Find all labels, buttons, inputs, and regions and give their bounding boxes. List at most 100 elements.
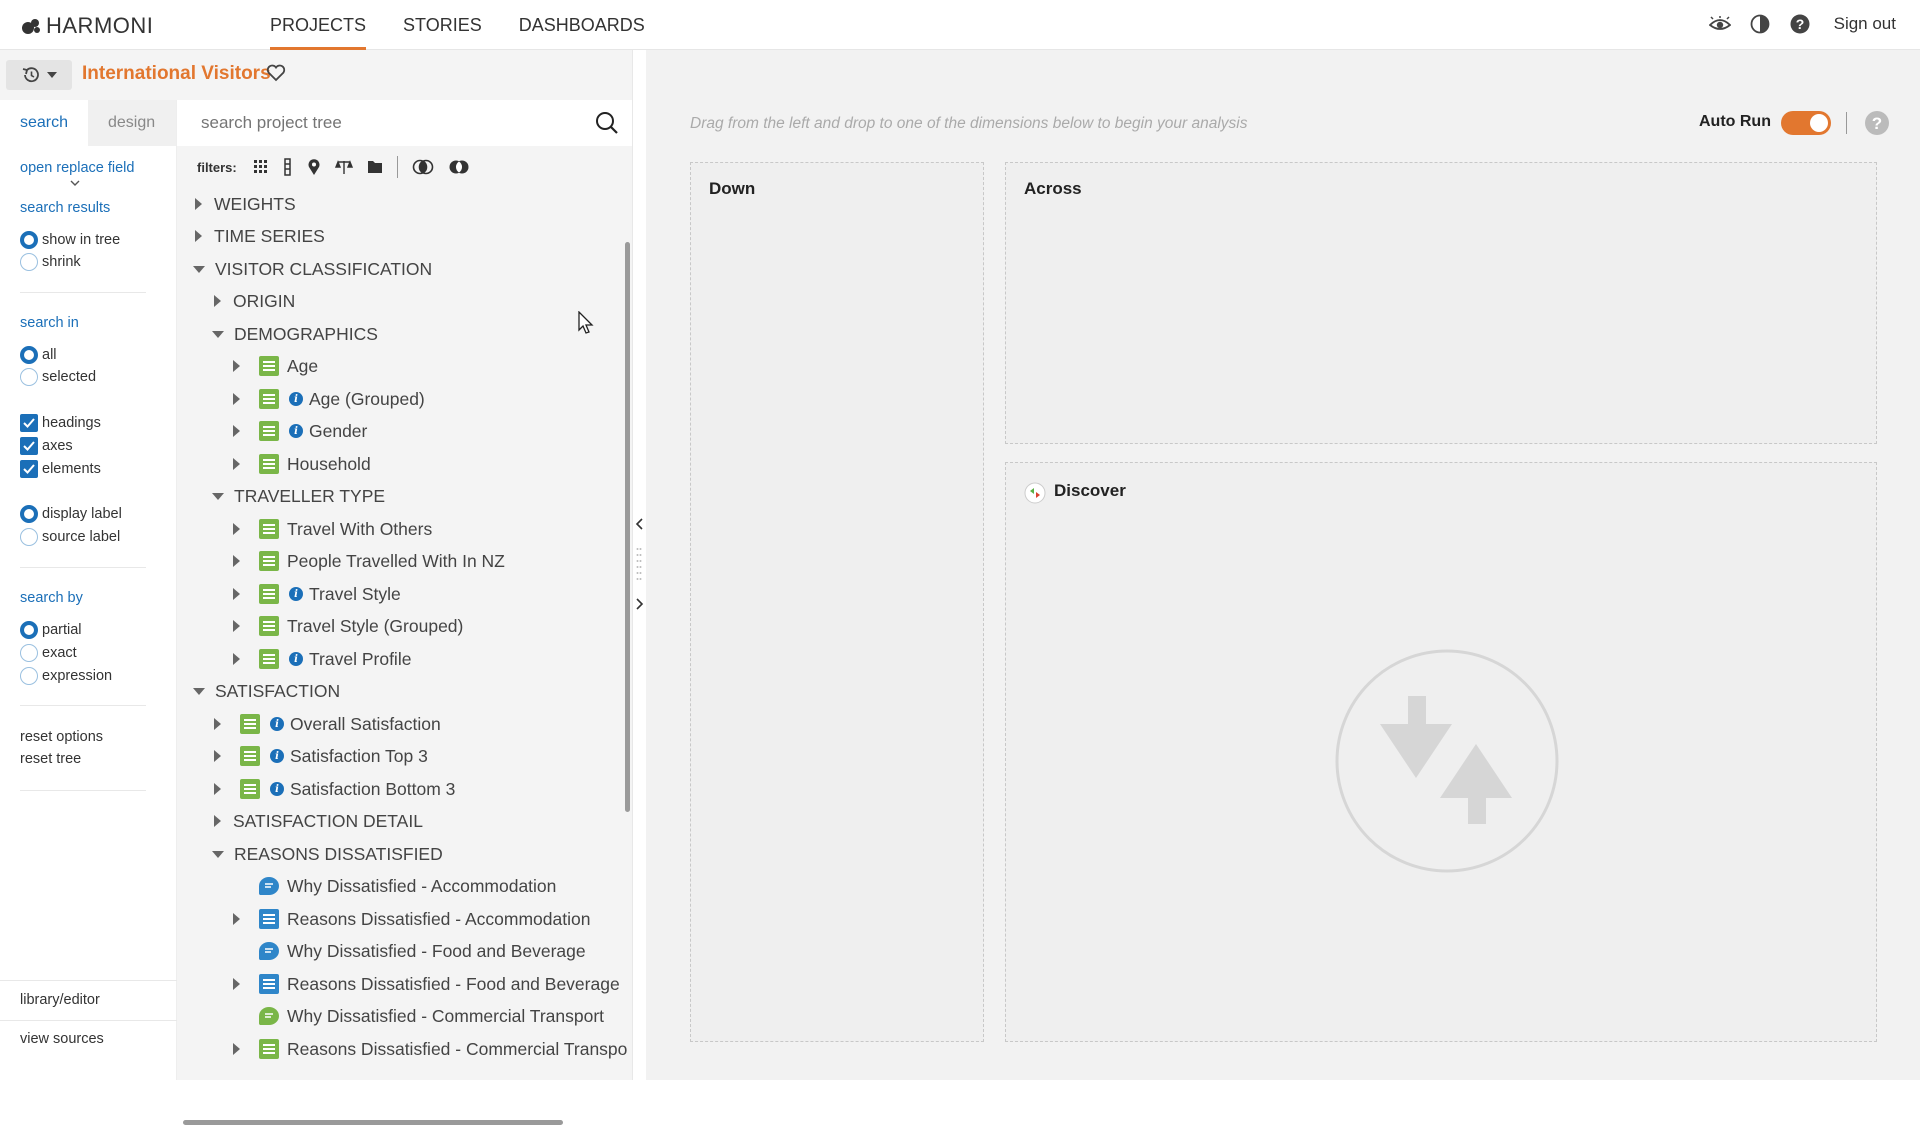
tree-node-satisfaction[interactable]: SATISFACTION <box>193 675 340 707</box>
radio-button[interactable] <box>20 253 38 271</box>
checkbox-axes[interactable]: axes <box>20 437 73 455</box>
eye-icon[interactable] <box>1708 12 1732 36</box>
tab-design[interactable]: design <box>88 100 176 146</box>
info-icon[interactable]: i <box>270 782 284 796</box>
tree-node-household[interactable]: Household <box>233 448 371 480</box>
panel-splitter[interactable] <box>632 50 646 1080</box>
expand-arrow-icon[interactable] <box>233 653 240 665</box>
heart-icon[interactable] <box>266 64 286 82</box>
checkbox-headings[interactable]: headings <box>20 414 101 432</box>
grid-filter-icon[interactable] <box>253 159 269 175</box>
checkbox[interactable] <box>20 460 38 478</box>
across-drop-zone[interactable]: Across <box>1005 162 1877 444</box>
expand-right-icon[interactable] <box>636 598 644 610</box>
tree-node-demographics[interactable]: DEMOGRAPHICS <box>212 318 378 350</box>
help-icon[interactable]: ? <box>1788 12 1812 36</box>
contrast-icon[interactable] <box>1748 12 1772 36</box>
nav-dashboards[interactable]: DASHBOARDS <box>519 0 645 50</box>
tree-node-satisfaction-top-3[interactable]: i Satisfaction Top 3 <box>214 740 428 772</box>
tree-node-satisfaction-detail[interactable]: SATISFACTION DETAIL <box>214 805 423 837</box>
folder-filter-icon[interactable] <box>367 160 383 174</box>
help-icon[interactable]: ? <box>1864 110 1890 136</box>
info-icon[interactable]: i <box>270 717 284 731</box>
tree-node-reasons-dissatisfied[interactable]: REASONS DISSATISFIED <box>212 838 443 870</box>
tree-node-traveller-type[interactable]: TRAVELLER TYPE <box>212 480 385 512</box>
tree-node-origin[interactable]: ORIGIN <box>214 285 295 317</box>
radio-show-in-tree[interactable]: show in tree <box>20 231 120 249</box>
info-icon[interactable]: i <box>289 587 303 601</box>
expand-arrow-icon[interactable] <box>233 523 240 535</box>
reset-tree-link[interactable]: reset tree <box>20 751 81 767</box>
tree-node-visitor-classification[interactable]: VISITOR CLASSIFICATION <box>193 253 432 285</box>
checkbox-elements[interactable]: elements <box>20 460 101 478</box>
discover-drop-zone[interactable]: Discover <box>1005 462 1877 1042</box>
radio-source-label[interactable]: source label <box>20 528 120 546</box>
radio-button[interactable] <box>20 644 38 662</box>
expand-arrow-icon[interactable] <box>214 718 221 730</box>
tree-node-age[interactable]: Age <box>233 350 318 382</box>
info-icon[interactable]: i <box>289 652 303 666</box>
venn-filter-icon[interactable] <box>412 159 434 175</box>
down-drop-zone[interactable]: Down <box>690 162 984 1042</box>
radio-button[interactable] <box>20 505 38 523</box>
expand-arrow-icon[interactable] <box>214 783 221 795</box>
radio-exact[interactable]: exact <box>20 644 77 662</box>
expand-arrow-icon[interactable] <box>233 425 240 437</box>
reset-options-link[interactable]: reset options <box>20 729 103 745</box>
collapse-arrow-icon[interactable] <box>193 265 205 273</box>
weight-scale-icon[interactable] <box>334 159 353 175</box>
tree-node-why-dissatisfied-accommodation[interactable]: Why Dissatisfied - Accommodation <box>259 870 556 902</box>
expand-arrow-icon[interactable] <box>233 393 240 405</box>
expand-arrow-icon[interactable] <box>233 978 240 990</box>
expand-arrow-icon[interactable] <box>233 555 240 567</box>
info-icon[interactable]: i <box>270 749 284 763</box>
radio-display-label[interactable]: display label <box>20 505 122 523</box>
tree-node-age-grouped[interactable]: i Age (Grouped) <box>233 383 425 415</box>
expand-arrow-icon[interactable] <box>233 1043 240 1055</box>
chevron-down-icon[interactable] <box>70 180 80 186</box>
radio-selected[interactable]: selected <box>20 368 96 386</box>
tree-node-reasons-dissatisfied-transport[interactable]: Reasons Dissatisfied - Commercial Transp… <box>233 1033 627 1065</box>
radio-button[interactable] <box>20 621 38 639</box>
tree-node-why-dissatisfied-food[interactable]: Why Dissatisfied - Food and Beverage <box>259 935 586 967</box>
checkbox[interactable] <box>20 437 38 455</box>
auto-run-toggle[interactable] <box>1781 111 1831 135</box>
search-icon[interactable] <box>594 110 620 136</box>
collapse-arrow-icon[interactable] <box>212 850 224 858</box>
tree-node-reasons-dissatisfied-food[interactable]: Reasons Dissatisfied - Food and Beverage <box>233 968 620 1000</box>
expand-arrow-icon[interactable] <box>195 198 202 210</box>
tree-node-gender[interactable]: i Gender <box>233 415 367 447</box>
tree-node-reasons-dissatisfied-accommodation[interactable]: Reasons Dissatisfied - Accommodation <box>233 903 590 935</box>
tree-node-why-dissatisfied-transport[interactable]: Why Dissatisfied - Commercial Transport <box>259 1000 604 1032</box>
tree-vertical-scrollbar[interactable] <box>625 242 630 812</box>
collapse-arrow-icon[interactable] <box>193 687 205 695</box>
radio-all[interactable]: all <box>20 346 57 364</box>
radio-shrink[interactable]: shrink <box>20 253 81 271</box>
tree-node-travel-profile[interactable]: i Travel Profile <box>233 643 411 675</box>
tree-horizontal-scrollbar[interactable] <box>183 1120 563 1125</box>
radio-button[interactable] <box>20 528 38 546</box>
nav-stories[interactable]: STORIES <box>403 0 482 50</box>
tree-node-travel-style[interactable]: i Travel Style <box>233 578 401 610</box>
exclude-filter-icon[interactable] <box>448 159 470 175</box>
history-button[interactable] <box>6 60 72 90</box>
expand-arrow-icon[interactable] <box>214 815 221 827</box>
radio-button[interactable] <box>20 346 38 364</box>
expand-arrow-icon[interactable] <box>195 230 202 242</box>
tree-node-overall-satisfaction[interactable]: i Overall Satisfaction <box>214 708 441 740</box>
radio-button[interactable] <box>20 368 38 386</box>
expand-arrow-icon[interactable] <box>214 295 221 307</box>
expand-arrow-icon[interactable] <box>233 458 240 470</box>
expand-arrow-icon[interactable] <box>214 750 221 762</box>
tree-node-people-travelled-with[interactable]: People Travelled With In NZ <box>233 545 505 577</box>
column-filter-icon[interactable] <box>283 158 293 176</box>
expand-arrow-icon[interactable] <box>233 913 240 925</box>
radio-button[interactable] <box>20 667 38 685</box>
tab-search[interactable]: search <box>0 100 88 146</box>
collapse-arrow-icon[interactable] <box>212 330 224 338</box>
expand-arrow-icon[interactable] <box>233 588 240 600</box>
radio-button[interactable] <box>20 231 38 249</box>
search-input[interactable] <box>201 113 581 133</box>
radio-expression[interactable]: expression <box>20 667 112 685</box>
tree-node-travel-style-grouped[interactable]: Travel Style (Grouped) <box>233 610 463 642</box>
